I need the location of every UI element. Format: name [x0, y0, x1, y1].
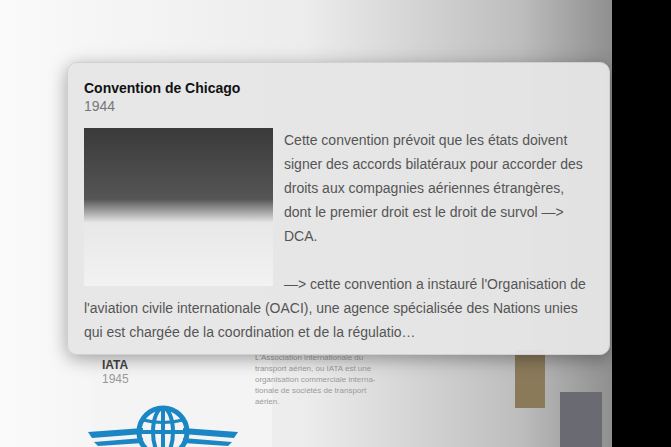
event-photo	[84, 128, 273, 286]
iata-logo-icon	[88, 398, 238, 447]
thumbnail-photo	[560, 392, 602, 447]
card-text: L'Association internationale dutransport…	[255, 352, 376, 407]
thumbnail-photo	[515, 350, 545, 408]
popup-body: Cette convention prévoit que les états d…	[84, 128, 593, 344]
dark-edge	[612, 0, 671, 447]
popup-year: 1944	[84, 97, 593, 115]
event-popup: Convention de Chicago1944 Cette conventio…	[67, 62, 610, 355]
card-title: IATA	[102, 358, 172, 372]
popup-title: Convention de Chicago	[84, 79, 593, 97]
card-year: 1945	[102, 372, 172, 386]
timeline-screen: IATA1945 L'Association internationale dut…	[0, 0, 671, 447]
